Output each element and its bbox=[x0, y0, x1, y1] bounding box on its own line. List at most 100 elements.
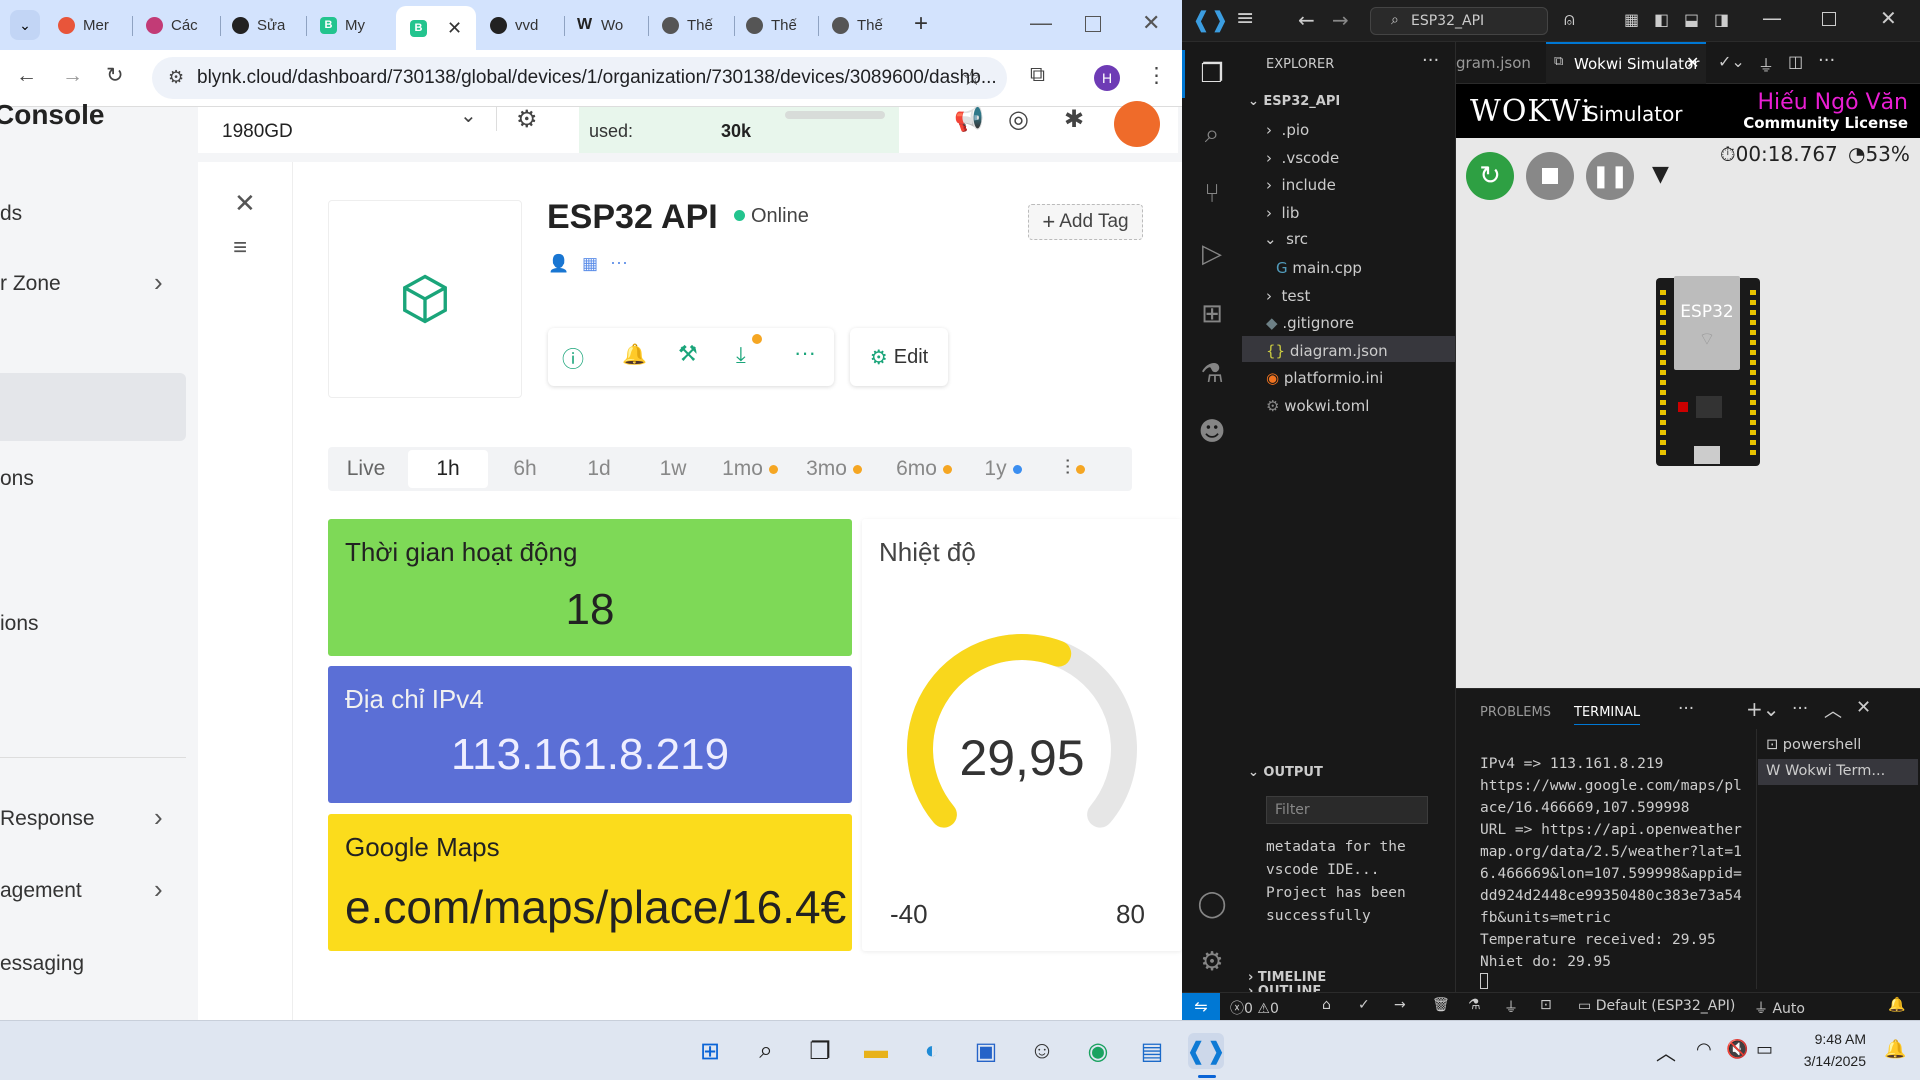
tree-file[interactable]: ⚙ wokwi.toml bbox=[1266, 397, 1369, 415]
plug-icon[interactable]: ⏚ bbox=[1758, 52, 1774, 76]
tab-3[interactable]: B My bbox=[320, 10, 365, 40]
tree-folder[interactable]: › include bbox=[1266, 176, 1336, 194]
settings-gear-icon[interactable]: ⚙ bbox=[1182, 938, 1242, 986]
tab-8[interactable]: Thế bbox=[746, 10, 797, 40]
chrome-icon[interactable]: ◉ bbox=[1080, 1033, 1116, 1069]
task-view-icon[interactable]: ❐ bbox=[802, 1033, 838, 1069]
emoji-app-icon[interactable]: ☺ bbox=[1024, 1033, 1060, 1069]
user-avatar[interactable] bbox=[1114, 101, 1160, 147]
address-bar[interactable]: ⚙ blynk.cloud/dashboard/730138/global/de… bbox=[152, 57, 1007, 99]
notepad-icon[interactable]: ▤ bbox=[1134, 1033, 1170, 1069]
close-window-icon[interactable]: ✕ bbox=[1142, 10, 1160, 36]
run-debug-icon[interactable]: ▷ bbox=[1182, 230, 1242, 278]
tab-search-chevron-icon[interactable]: ⌄ bbox=[10, 10, 40, 40]
microsoft-store-icon[interactable]: ▣ bbox=[968, 1033, 1004, 1069]
download-icon[interactable]: ⤓ bbox=[736, 342, 746, 368]
range-1h[interactable]: 1h bbox=[408, 450, 488, 488]
bookmark-star-icon[interactable]: ☆ bbox=[962, 65, 982, 91]
bug-icon[interactable]: ✱ bbox=[1064, 105, 1084, 134]
chevron-down-icon[interactable]: ⌄ bbox=[460, 103, 477, 128]
vscode-icon[interactable]: ❰❱ bbox=[1186, 1033, 1226, 1069]
layout-customize-icon[interactable]: ▦ bbox=[1624, 10, 1639, 29]
sidebar-item[interactable]: ds bbox=[0, 202, 22, 226]
owner-icon[interactable]: 👤 bbox=[548, 254, 569, 274]
tree-file[interactable]: ◆ .gitignore bbox=[1266, 314, 1354, 332]
project-folder[interactable]: ⌄ ESP32_API bbox=[1248, 94, 1340, 109]
range-1w[interactable]: 1w bbox=[636, 447, 710, 491]
toggle-panel-icon[interactable]: ⬓ bbox=[1684, 10, 1699, 29]
info-icon[interactable]: ⓘ bbox=[562, 342, 584, 374]
close-panel-icon[interactable]: ✕ bbox=[1856, 697, 1871, 718]
sidebar-item[interactable]: ions bbox=[0, 612, 39, 636]
reload-icon[interactable]: ↻ bbox=[106, 63, 124, 88]
tray-chevron-up-icon[interactable]: ︿ bbox=[1656, 1037, 1676, 1066]
edit-button[interactable]: ⚙ Edit bbox=[850, 328, 948, 386]
terminal-output[interactable]: IPv4 => 113.161.8.219 https://www.google… bbox=[1480, 753, 1746, 973]
wifi-icon[interactable]: ◠ bbox=[1696, 1039, 1712, 1060]
new-terminal-plus-icon[interactable]: +⌄ bbox=[1746, 697, 1780, 721]
notification-bell-icon[interactable]: 🔔 bbox=[1884, 1039, 1906, 1060]
back-arrow-icon[interactable]: ← bbox=[16, 64, 37, 88]
clock-time[interactable]: 9:48 AM bbox=[1796, 1031, 1866, 1047]
add-tag-button[interactable]: + Add Tag bbox=[1028, 204, 1143, 240]
site-info-icon[interactable]: ⚙ bbox=[168, 67, 184, 88]
start-windows-icon[interactable]: ⊞ bbox=[692, 1033, 728, 1069]
minimize-icon[interactable]: — bbox=[1030, 10, 1052, 36]
pio-upload-arrow-icon[interactable]: → bbox=[1394, 997, 1406, 1013]
pio-terminal-icon[interactable]: ⊡ bbox=[1540, 997, 1552, 1013]
problems-status[interactable]: ⓧ0 ⚠0 bbox=[1230, 998, 1279, 1018]
tree-folder[interactable]: › .pio bbox=[1266, 121, 1309, 139]
menu-kebab-icon[interactable]: ⋮ bbox=[1146, 63, 1167, 88]
sidebar-item-selected[interactable] bbox=[0, 373, 186, 441]
timeline-section-header[interactable]: › TIMELINE bbox=[1248, 970, 1326, 985]
tree-file-selected[interactable]: {} diagram.json bbox=[1266, 342, 1388, 360]
range-live[interactable]: Live bbox=[328, 447, 404, 491]
tree-folder[interactable]: › test bbox=[1266, 287, 1310, 305]
copilot-icon[interactable]: ⍝ bbox=[1564, 9, 1575, 30]
range-1d[interactable]: 1d bbox=[562, 447, 636, 491]
tree-file[interactable]: G main.cpp bbox=[1276, 259, 1362, 277]
platformio-alien-icon[interactable]: ☻ bbox=[1182, 408, 1242, 456]
tab-2[interactable]: Sửa bbox=[232, 10, 285, 40]
search-icon[interactable]: ⌕ bbox=[748, 1033, 784, 1069]
battery-icon[interactable]: ▭ bbox=[1756, 1039, 1773, 1060]
auto-selector[interactable]: ⏚ Auto bbox=[1754, 998, 1805, 1018]
notifications-bell-icon[interactable]: 🔔 bbox=[1888, 997, 1905, 1013]
esp32-board[interactable]: ESP32 ⌔ bbox=[1656, 276, 1760, 466]
terminal-instance-wokwi[interactable]: W Wokwi Term... bbox=[1766, 763, 1885, 779]
forward-arrow-icon[interactable]: → bbox=[1332, 8, 1349, 32]
new-tab-plus-icon[interactable]: + bbox=[914, 10, 928, 38]
tab-close-icon[interactable]: ✕ bbox=[447, 18, 462, 39]
volume-muted-icon[interactable]: 🔇 bbox=[1726, 1039, 1748, 1060]
pio-test-flask-icon[interactable]: ⚗ bbox=[1468, 997, 1481, 1013]
tree-folder[interactable]: ⌄ src bbox=[1264, 230, 1308, 248]
more-actions-icon[interactable]: ··· bbox=[1422, 50, 1439, 71]
range-1y[interactable]: 1y bbox=[968, 447, 1038, 491]
profile-avatar[interactable]: H bbox=[1094, 65, 1120, 91]
uptime-widget[interactable]: Thời gian hoạt động 18 bbox=[328, 519, 852, 656]
tab-7[interactable]: Thế bbox=[662, 10, 713, 40]
range-1mo[interactable]: 1mo bbox=[710, 447, 790, 491]
extensions-icon[interactable]: ⊞ bbox=[1182, 290, 1242, 338]
temperature-gauge-widget[interactable]: Nhiệt độ 29,95 -40 80 bbox=[862, 519, 1182, 951]
search-icon[interactable]: ⌕ bbox=[1182, 110, 1242, 158]
pio-build-check-icon[interactable]: ✓ bbox=[1358, 997, 1370, 1013]
sidebar-item[interactable]: ons bbox=[0, 467, 34, 491]
range-3mo[interactable]: 3mo bbox=[794, 447, 874, 491]
bell-icon[interactable]: 🔔 bbox=[622, 342, 647, 367]
tree-file[interactable]: ◉ platformio.ini bbox=[1266, 369, 1383, 387]
explorer-files-icon[interactable]: ❐ bbox=[1182, 50, 1242, 98]
back-arrow-icon[interactable]: ← bbox=[1298, 8, 1315, 32]
minimize-icon[interactable]: — bbox=[1762, 6, 1782, 30]
range-6mo[interactable]: 6mo bbox=[884, 447, 964, 491]
tab-terminal[interactable]: TERMINAL bbox=[1574, 705, 1641, 725]
sidebar-item[interactable]: essaging bbox=[0, 952, 84, 976]
maximize-icon[interactable] bbox=[1822, 12, 1836, 26]
settings-gear-icon[interactable]: ⚙ bbox=[516, 105, 538, 134]
range-6h[interactable]: 6h bbox=[488, 447, 562, 491]
org-name[interactable]: 1980GD bbox=[222, 121, 293, 143]
check-icon[interactable]: ✓⌄ bbox=[1718, 52, 1745, 71]
testing-flask-icon[interactable]: ⚗ bbox=[1182, 350, 1242, 398]
sidebar-item[interactable]: agement bbox=[0, 879, 82, 903]
sidebar-item[interactable]: r Zone bbox=[0, 272, 61, 296]
